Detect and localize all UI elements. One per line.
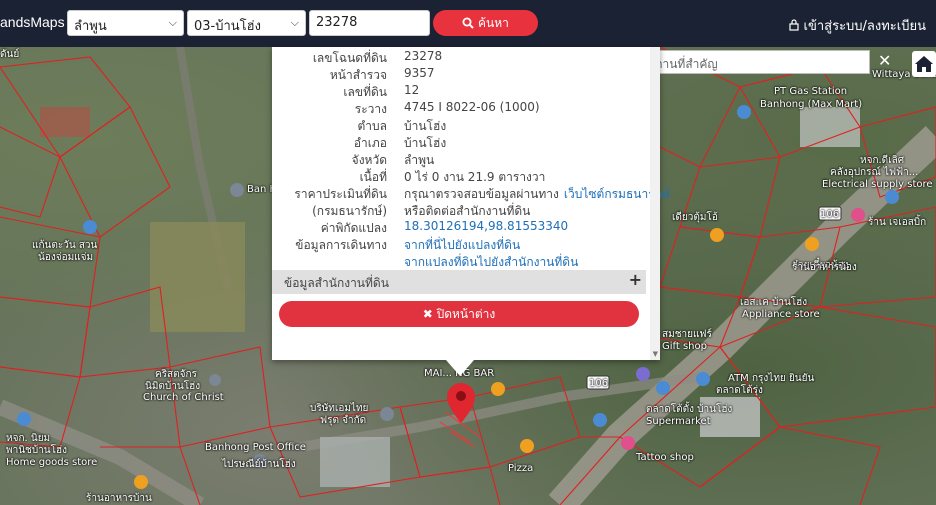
close-icon[interactable]: ✕ (878, 51, 891, 70)
map-label[interactable]: Banhong Post Office (205, 442, 306, 453)
map-label[interactable]: Pizza (508, 463, 533, 474)
district-select[interactable]: 03-บ้านโฮ่ง ⌵ (187, 10, 306, 36)
parcel-info-row: เลขที่ดิน 12 (272, 83, 650, 100)
map-label[interactable]: Tattoo shop (636, 452, 694, 463)
map-label[interactable]: ร้านอาหารบ้าน (86, 493, 152, 504)
parcel-info-value-cell: 23278 (404, 49, 442, 63)
map-label[interactable]: ATM กรุงไทย ยินยัน (728, 373, 814, 384)
plus-icon: + (628, 270, 642, 289)
search-button-label: ค้นหา (477, 16, 509, 30)
parcel-info-value: บ้านโฮ่ง (404, 119, 447, 133)
map-label[interactable]: ร้าน เจเอสบิ้ก (868, 217, 926, 228)
map-label[interactable]: Appliance store (742, 309, 820, 320)
brand-logo-text[interactable]: andsMaps (0, 14, 65, 30)
map-label[interactable]: หจก.ดีเลิศ (860, 155, 904, 166)
lock-icon (789, 19, 799, 31)
map-label[interactable]: พานิชบ้านโฮ่ง (6, 445, 67, 456)
parcel-info-row: เลขโฉนดที่ดิน 23278 (272, 49, 650, 66)
parcel-info-link[interactable]: จากแปลงที่ดินไปยังสำนักงานที่ดิน (404, 255, 578, 269)
parcel-info-value: หรือติดต่อสำนักงานที่ดิน (404, 204, 531, 218)
map-label[interactable]: น้องจ่อมแจ่ม (38, 252, 93, 263)
parcel-info-link[interactable]: จากที่นี่ไปยังแปลงที่ดิน (404, 238, 520, 252)
map-label[interactable]: Electrical supply store (822, 179, 933, 190)
chevron-down-icon: ⌵ (290, 16, 299, 29)
map-label[interactable]: PT Gas Station (774, 86, 847, 97)
parcel-info-value: บ้านโฮ่ง (404, 136, 447, 150)
parcel-info-row: เนื้อที่ 0 ไร่ 0 งาน 21.9 ตารางวา (272, 168, 650, 185)
popup-scrollbar[interactable]: ▼ (650, 47, 660, 360)
province-select-value: ลำพูน (74, 19, 107, 34)
map-label[interactable]: ฟรุต จำกัด (320, 415, 366, 426)
close-window-button[interactable]: ✖ ปิดหน้าต่าง (279, 301, 639, 327)
parcel-info-value: 12 (404, 83, 420, 97)
search-icon (462, 17, 474, 29)
close-window-label: ปิดหน้าต่าง (436, 307, 496, 321)
map-label[interactable]: เอส.เค บ้านโฮ่ง (740, 297, 807, 308)
login-register-label: เข้าสู่ระบบ/ลงทะเบียน (803, 19, 926, 34)
search-button[interactable]: ค้นหา (433, 10, 538, 36)
parcel-info-row: ตำบล บ้านโฮ่ง (272, 117, 650, 134)
scroll-down-arrow-icon[interactable]: ▼ (653, 350, 658, 358)
parcel-info-row: หน้าสำรวจ 9357 (272, 66, 650, 83)
parcel-info-value: กรุณาตรวจสอบข้อมูลผ่านทาง (404, 187, 559, 201)
parcel-info-value-cell: 9357 (404, 66, 435, 80)
map-label[interactable]: ตลาดโต้ตั้ง บ้านโฮ่ง (646, 404, 732, 415)
map-label[interactable]: ดันย์ (0, 49, 19, 60)
parcel-info-value: 4745 I 8022-06 (1000) (404, 100, 540, 114)
parcel-info-row: จังหวัด ลำพูน (272, 151, 650, 168)
close-icon: ✖ (422, 307, 433, 321)
parcel-info-value: 9357 (404, 66, 435, 80)
popup-pointer (446, 360, 474, 376)
land-office-section-toggle[interactable]: ข้อมูลสำนักงานที่ดิน + (272, 270, 646, 294)
parcel-info-row: ค่าพิกัดแปลง 18.30126194,98.81553340 (272, 219, 650, 236)
map-label[interactable]: คริสตจักร (155, 369, 197, 380)
parcel-info-row: ราคาประเมินที่ดิน กรุณาตรวจสอบข้อมูลผ่านท… (272, 185, 669, 202)
map-label[interactable]: 106 (589, 378, 608, 389)
map-label[interactable]: แก้นตะวัน สวน (32, 240, 97, 251)
parcel-info-row: จากแปลงที่ดินไปยังสำนักงานที่ดิน (272, 253, 650, 270)
map-label[interactable]: เดียวตุ้มโอ้ (672, 212, 718, 223)
land-office-section-label: ข้อมูลสำนักงานที่ดิน (284, 276, 389, 290)
map-label[interactable]: บริษัทเอมไทย (310, 403, 368, 414)
map-label[interactable]: สมชายแฟร์ (662, 329, 712, 340)
parcel-info-value-cell: 4745 I 8022-06 (1000) (404, 100, 540, 114)
scrollbar-thumb[interactable] (651, 47, 659, 343)
map-label[interactable]: คลังอุปกรณ์ ไฟฟ้า... (830, 167, 918, 178)
parcel-info-row: อำเภอ บ้านโฮ่ง (272, 134, 650, 151)
district-select-value: 03-บ้านโฮ่ง (194, 19, 261, 34)
map-label[interactable]: 106 (820, 209, 839, 220)
map-label[interactable]: ไปรษณีย์บ้านโฮ่ง (222, 459, 296, 470)
map-label[interactable]: Banhong (Max Mart) (760, 99, 862, 110)
parcel-info-value-cell: 12 (404, 83, 419, 97)
map-label[interactable]: Church of Christ (143, 392, 224, 403)
map-label[interactable]: Supermarket (646, 416, 711, 427)
parcel-info-value: ลำพูน (404, 153, 435, 167)
parcel-info-row: ระวาง 4745 I 8022-06 (1000) (272, 100, 650, 117)
map-label[interactable]: Home goods store (6, 457, 97, 468)
parcel-info-link[interactable]: 18.30126194,98.81553340 (404, 219, 568, 233)
parcel-info-row: (กรมธนารักษ์) หรือติดต่อสำนักงานที่ดิน (272, 202, 650, 219)
map-label[interactable]: Gift shop (662, 341, 707, 352)
top-navbar: andsMaps ลำพูน ⌵ 03-บ้านโฮ่ง ⌵ 23278 ค้น… (0, 0, 936, 47)
map-label[interactable]: หจก. นิยม (6, 433, 50, 444)
home-button[interactable] (912, 51, 936, 77)
home-icon (915, 56, 933, 72)
parcel-info-value-cell: 18.30126194,98.81553340 (404, 219, 568, 233)
map-label[interactable]: ร้านอาหารน้อง (792, 262, 857, 273)
province-select[interactable]: ลำพูน ⌵ (67, 10, 184, 36)
map-label[interactable]: นิมิตบ้านโฮ่ง (145, 381, 200, 392)
parcel-info-popup: เลขโฉนดที่ดิน 23278 หน้าสำรวจ 9357 เลขที่ดิน… (272, 47, 670, 360)
parcel-number-input[interactable]: 23278 (309, 10, 430, 36)
map-label[interactable]: ตลาดโต้รุ่ง (716, 385, 763, 396)
parcel-info-row: ข้อมูลการเดินทาง จากที่นี่ไปยังแปลงที่ดิน (272, 236, 650, 253)
chevron-down-icon: ⌵ (168, 16, 177, 29)
parcel-info-value: 0 ไร่ 0 งาน 21.9 ตารางวา (404, 170, 546, 184)
login-register-link[interactable]: เข้าสู่ระบบ/ลงทะเบียน (789, 15, 926, 36)
parcel-info-value: 23278 (404, 49, 443, 63)
parcel-number-value: 23278 (316, 15, 358, 30)
